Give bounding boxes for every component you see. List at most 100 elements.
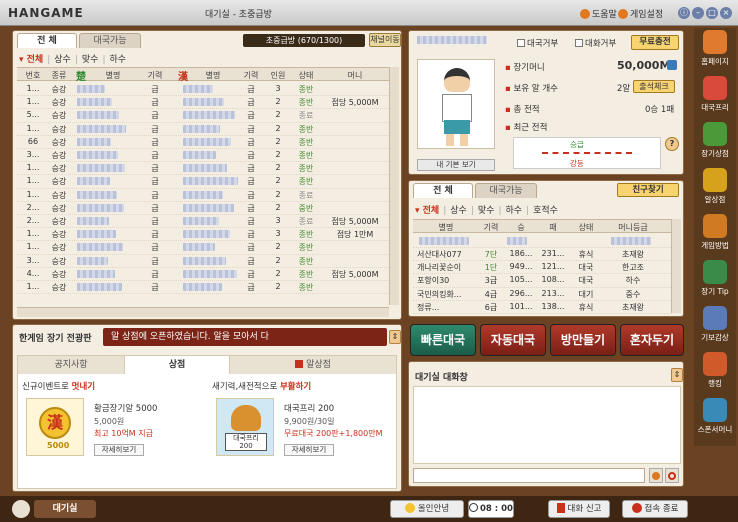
- tab-shop[interactable]: 상점: [124, 356, 230, 374]
- sidebar-item-label: 장기 Tip: [701, 287, 729, 296]
- billboard-expand-button[interactable]: ⇕: [389, 330, 401, 344]
- sidebar-item-5[interactable]: 게임방법: [694, 212, 736, 258]
- tab-available-rooms[interactable]: 대국가능: [79, 33, 141, 48]
- room-row[interactable]: 1... 승강 급 급 3 종반: [17, 83, 389, 97]
- product-name: 대국프리 200: [284, 404, 335, 414]
- room-row[interactable]: 1... 승강 급 급 3 종반 점당 1만M: [17, 228, 389, 242]
- shop-card-gold-pieces: 신규이벤트로 멋내기 漢 5000 황금장기알 5000 5,000원 최고 1…: [22, 380, 206, 482]
- room-row[interactable]: 1... 승강 급 급 2 종반: [17, 281, 389, 295]
- sidebar-item-1[interactable]: 홈페이지: [694, 28, 736, 74]
- coin-icon: [404, 503, 415, 513]
- logout-button[interactable]: 접속 종료: [622, 500, 688, 518]
- friend-list-scrollbar[interactable]: [671, 219, 681, 313]
- sidebar-item-6[interactable]: 장기 Tip: [694, 258, 736, 304]
- filter-rival[interactable]: 호적수: [533, 206, 558, 216]
- channel-move-button[interactable]: 채널이동: [369, 33, 401, 47]
- room-row[interactable]: 1... 승강 급 급 2 종반: [17, 162, 389, 176]
- allin-bye-button[interactable]: 올인안녕: [390, 500, 464, 518]
- tab-all-friends[interactable]: 전 체: [413, 183, 473, 198]
- create-room-button[interactable]: 방만들기: [550, 324, 616, 356]
- close-button[interactable]: ×: [720, 7, 732, 19]
- sidebar-item-8[interactable]: 랭킹: [694, 350, 736, 396]
- room-row[interactable]: 2... 승강 급 급 2 중반: [17, 202, 389, 215]
- filter-equal[interactable]: 맞수: [82, 55, 99, 65]
- room-row[interactable]: 3... 승강 급 급 2 종반: [17, 255, 389, 268]
- help-link[interactable]: 도움말: [580, 7, 617, 20]
- block-icon: [668, 472, 676, 480]
- friend-row[interactable]: 포항이30 3급 105... 108... 대국 하수: [413, 274, 671, 288]
- sidebar-item-4[interactable]: 알상점: [694, 166, 736, 212]
- filter-all[interactable]: 전체: [423, 206, 440, 216]
- friend-row[interactable]: 국민의킹화... 4급 296... 213... 대기 중수: [413, 288, 671, 301]
- billboard-marquee: 알 상점에 오픈하였습니다. 알을 모아서 다: [103, 328, 387, 346]
- tab-egg-shop[interactable]: 알상점: [230, 356, 396, 374]
- room-row[interactable]: 3... 승강 급 급 2 종반: [17, 149, 389, 163]
- sidebar-icon-6: [703, 260, 727, 284]
- refresh-money-icon[interactable]: [667, 60, 677, 70]
- quick-match-button[interactable]: 빠른대국: [410, 324, 476, 356]
- sidebar-item-3[interactable]: 장기상점: [694, 120, 736, 166]
- room-list-scrollbar[interactable]: [389, 67, 399, 305]
- rank-progress: 승급 강등: [513, 137, 661, 169]
- profile-panel: 대국거부 대화거부 무료충전 내 기본 보기 ▪ 장기머니 50,000M ▪ …: [408, 30, 684, 175]
- room-row[interactable]: 1... 승강 급 급 2 종반: [17, 175, 389, 189]
- reject-match-checkbox[interactable]: 대국거부: [517, 37, 558, 49]
- my-info-button[interactable]: 내 기본 보기: [417, 159, 495, 171]
- shop-card-heading: 새기력,새전적으로 부활하기: [212, 382, 312, 392]
- chat-options-button[interactable]: [665, 468, 679, 483]
- friend-row[interactable]: 정류... 6급 101... 138... 휴식 초재왕: [413, 301, 671, 314]
- report-chat-button[interactable]: 대화 신고: [548, 500, 610, 518]
- tab-all-rooms[interactable]: 전 체: [17, 33, 77, 48]
- room-row[interactable]: 1... 승강 급 급 2 종반: [17, 123, 389, 136]
- chat-input[interactable]: [413, 468, 645, 483]
- rank-help-button[interactable]: ?: [665, 137, 679, 151]
- friend-row[interactable]: 서산대사077 7단 186... 231... 휴식 초재왕: [413, 248, 671, 262]
- friend-filters: ▾ 전체 | 상수 | 맞수 | 하수 | 호적수: [415, 206, 558, 216]
- sidebar-item-7[interactable]: 기보감상: [694, 304, 736, 350]
- gold-pieces-thumbnail[interactable]: 漢 5000: [26, 398, 84, 456]
- auto-match-button[interactable]: 자동대국: [480, 324, 546, 356]
- detail-button[interactable]: 자세히보기: [284, 444, 334, 456]
- room-row[interactable]: 1... 승강 급 급 2 종료: [17, 189, 389, 202]
- detail-button[interactable]: 자세히보기: [94, 444, 144, 456]
- room-row[interactable]: 66 승강 급 급 2 종반: [17, 136, 389, 149]
- sidebar-item-label: 스폰서머니: [697, 425, 733, 434]
- sidebar-item-2[interactable]: 대국프리: [694, 74, 736, 120]
- tab-available-friends[interactable]: 대국가능: [475, 183, 537, 198]
- free-charge-button[interactable]: 무료충전: [631, 35, 679, 50]
- free-pass-thumbnail[interactable]: 대국프리 200: [216, 398, 274, 456]
- help-icon: [580, 9, 590, 19]
- room-row[interactable]: 1... 승강 급 급 2 종반: [17, 241, 389, 255]
- reject-chat-checkbox[interactable]: 대화거부: [575, 37, 616, 49]
- sidebar-item-label: 홈페이지: [701, 57, 729, 66]
- sidebar-item-9[interactable]: 스폰서머니: [694, 396, 736, 442]
- filter-lower[interactable]: 하수: [109, 55, 126, 65]
- friend-row[interactable]: 개나리꽃순이 1단 949... 121... 대국 한고조: [413, 261, 671, 275]
- emoticon-button[interactable]: [649, 468, 663, 483]
- filter-all[interactable]: 전체: [27, 55, 44, 65]
- attendance-button[interactable]: 출석체크: [633, 80, 675, 93]
- minimize-button[interactable]: –: [692, 7, 704, 19]
- find-friends-button[interactable]: 친구찾기: [617, 183, 679, 197]
- room-row[interactable]: 4... 승강 급 급 2 종반 점당 5,000M: [17, 268, 389, 281]
- maximize-button[interactable]: □: [706, 7, 718, 19]
- room-row[interactable]: 1... 승강 급 급 2 종반 점당 5,000M: [17, 96, 389, 110]
- friend-row-blurred[interactable]: [413, 235, 671, 249]
- room-row[interactable]: 2... 승강 급 급 3 종료 점당 5,000M: [17, 215, 389, 229]
- info-window-button[interactable]: ⓘ: [678, 7, 690, 19]
- solo-play-button[interactable]: 혼자두기: [620, 324, 684, 356]
- power-icon: [631, 503, 642, 513]
- room-list-hscrollbar[interactable]: [17, 307, 389, 317]
- filter-higher[interactable]: 상수: [54, 55, 71, 65]
- shop-box: 공지사항 상점 알상점 신규이벤트로 멋내기 漢 5000 황금장기알 5000…: [17, 355, 397, 489]
- filter-lower[interactable]: 하수: [505, 206, 522, 216]
- sidebar-item-label: 대국프리: [701, 103, 729, 112]
- product-note: 최고 10억M 지급: [94, 429, 153, 438]
- settings-link[interactable]: 게임설정: [618, 7, 663, 20]
- room-row[interactable]: 5... 승강 급 급 2 종료: [17, 109, 389, 123]
- chat-expand-button[interactable]: ⇕: [671, 368, 683, 382]
- filter-higher[interactable]: 상수: [450, 206, 467, 216]
- rank-bar: [542, 152, 632, 155]
- filter-equal[interactable]: 맞수: [478, 206, 495, 216]
- tab-notice[interactable]: 공지사항: [18, 356, 124, 374]
